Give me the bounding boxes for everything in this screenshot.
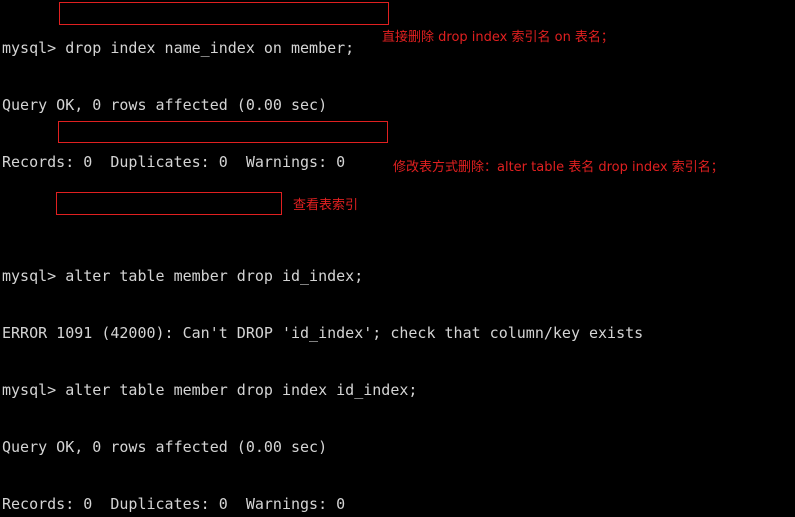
terminal-line: Records: 0 Duplicates: 0 Warnings: 0 [2, 495, 346, 513]
terminal-line: mysql> alter table member drop id_index; [2, 267, 364, 285]
terminal-line: Query OK, 0 rows affected (0.00 sec) [2, 438, 328, 456]
terminal-window[interactable]: mysql> drop index name_index on member; … [0, 0, 795, 517]
annotation-drop-index: 直接删除 drop index 索引名 on 表名； [382, 30, 614, 45]
terminal-output: mysql> drop index name_index on member; … [2, 1, 795, 517]
annotation-alter-table: 修改表方式删除：alter table 表名 drop index 索引名； [393, 160, 724, 175]
terminal-line: ERROR 1091 (42000): Can't DROP 'id_index… [2, 324, 644, 342]
annotation-show-index: 查看表索引 [293, 198, 359, 213]
terminal-line: Query OK, 0 rows affected (0.00 sec) [2, 96, 328, 114]
terminal-line: mysql> alter table member drop index id_… [2, 381, 418, 399]
